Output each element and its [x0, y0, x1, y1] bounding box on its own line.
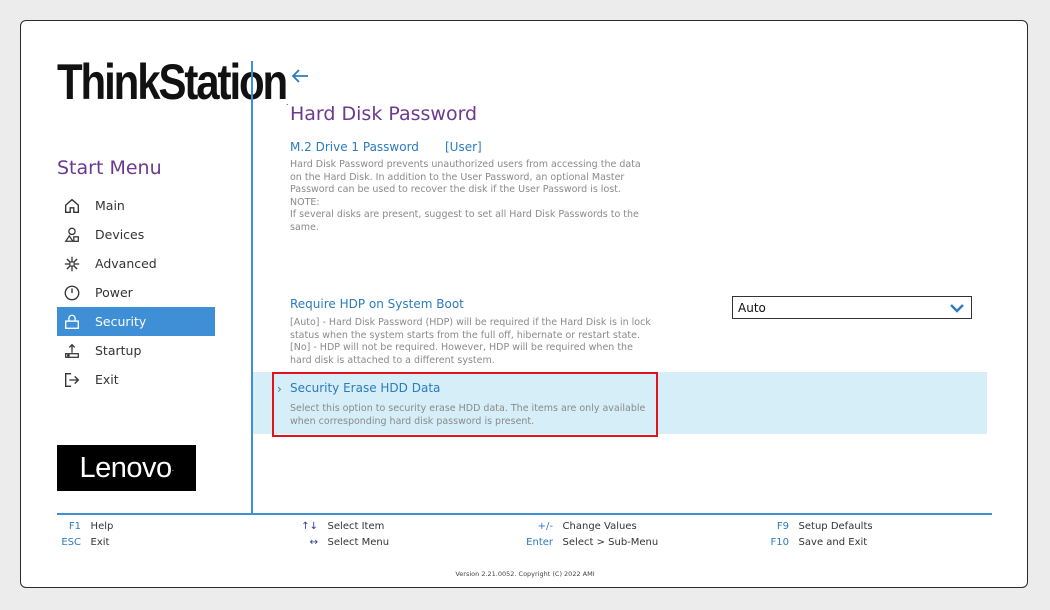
footer-key-change-values: +/- Change Values: [515, 521, 637, 532]
desc-line: Password can be used to recover the disk…: [290, 184, 621, 196]
version-text: Version 2.21.0052. Copyright (C) 2022 AM…: [455, 570, 595, 578]
desc-line: Hard Disk Password prevents unauthorized…: [290, 159, 641, 170]
footer-action: Change Values: [562, 521, 637, 532]
lock-icon: [63, 313, 81, 331]
footer-key: F1: [68, 521, 81, 532]
startup-icon: [63, 342, 81, 360]
left-right-arrows-icon: ↔: [309, 537, 318, 548]
footer-key-help: F1 Help: [57, 521, 113, 532]
sidebar-item-advanced[interactable]: Advanced: [57, 249, 215, 278]
desc-line: on the Hard Disk. In addition to the Use…: [290, 171, 625, 183]
page-title: Hard Disk Password: [290, 103, 478, 125]
sidebar-item-exit[interactable]: Exit: [57, 365, 215, 394]
footer-action: Select > Sub-Menu: [562, 537, 659, 548]
thinkstation-logo: ThinkStation.: [57, 57, 288, 107]
desc-line: same.: [290, 221, 319, 233]
require-hdp-desc: [Auto] - Hard Disk Password (HDP) will b…: [290, 317, 651, 367]
footer-key-enter: Enter Select > Sub-Menu: [515, 537, 658, 548]
footer-key-save-exit: F10 Save and Exit: [765, 537, 868, 548]
footer-key-exit: ESC Exit: [57, 537, 109, 548]
exit-icon: [63, 371, 81, 389]
desc-line: status when the system starts from the f…: [290, 329, 640, 341]
vendor-logo-text: Lenovo: [79, 451, 173, 484]
chevron-down-icon: [950, 303, 964, 313]
require-hdp-select[interactable]: Auto: [732, 296, 972, 319]
footer-action: Exit: [90, 537, 110, 548]
desc-line: NOTE:: [290, 196, 320, 208]
vendor-logo-mark: .: [171, 463, 174, 473]
sidebar-item-label: Security: [95, 314, 147, 329]
footer-action: Select Menu: [327, 537, 390, 548]
footer-key: ESC: [61, 537, 81, 548]
footer-divider: [57, 513, 992, 515]
footer-action: Save and Exit: [798, 537, 868, 548]
footer-action: Select Item: [327, 521, 385, 532]
sidebar-item-label: Main: [95, 198, 125, 213]
desc-line: [Auto] - Hard Disk Password (HDP) will b…: [290, 317, 651, 328]
footer-action: Help: [90, 521, 114, 532]
annotation-highlight-box: [272, 372, 658, 437]
up-down-arrows-icon: ↑↓: [301, 521, 318, 532]
brand-mark: .: [286, 97, 289, 107]
sidebar-item-label: Startup: [95, 343, 142, 358]
sidebar-item-label: Exit: [95, 372, 119, 387]
require-hdp-label: Require HDP on System Boot: [290, 297, 464, 311]
footer-key: F10: [770, 537, 789, 548]
home-icon: [63, 197, 81, 215]
footer-key: Enter: [526, 537, 553, 548]
power-icon: [63, 284, 81, 302]
require-hdp-selected-value: Auto: [738, 300, 766, 315]
bios-window: ThinkStation. Start Menu Main Devices Ad…: [20, 20, 1028, 588]
advanced-icon: [63, 255, 81, 273]
desc-line: [No] - HDP will not be required. However…: [290, 342, 633, 354]
sidebar-item-label: Power: [95, 285, 133, 300]
footer-action: Setup Defaults: [798, 521, 873, 532]
footer-key: +/-: [537, 521, 553, 532]
desc-line: If several disks are present, suggest to…: [290, 209, 639, 221]
sidebar-item-power[interactable]: Power: [57, 278, 215, 307]
m2-drive-password-desc: Hard Disk Password prevents unauthorized…: [290, 159, 641, 235]
sidebar-item-label: Advanced: [95, 256, 157, 271]
footer-key-select-item: ↑↓ Select Item: [296, 521, 384, 532]
sidebar-item-devices[interactable]: Devices: [57, 220, 215, 249]
sidebar-menu: Main Devices Advanced Power Security Sta…: [57, 191, 215, 394]
footer-key-select-menu: ↔ Select Menu: [296, 537, 389, 548]
footer-key-setup-defaults: F9 Setup Defaults: [765, 521, 873, 532]
devices-icon: [63, 226, 81, 244]
back-arrow-icon[interactable]: [289, 65, 311, 87]
m2-drive-password-value[interactable]: [User]: [445, 140, 482, 154]
m2-drive-password-label[interactable]: M.2 Drive 1 Password: [290, 140, 419, 154]
sidebar-item-main[interactable]: Main: [57, 191, 215, 220]
sidebar-divider: [251, 61, 253, 513]
sidebar-item-security[interactable]: Security: [57, 307, 215, 336]
sidebar-title: Start Menu: [57, 157, 162, 179]
sidebar-item-label: Devices: [95, 227, 145, 242]
footer-key: F9: [776, 521, 789, 532]
sidebar-item-startup[interactable]: Startup: [57, 336, 215, 365]
lenovo-logo: Lenovo.: [57, 445, 196, 491]
desc-line: hard disk is attached to a different sys…: [290, 354, 495, 366]
